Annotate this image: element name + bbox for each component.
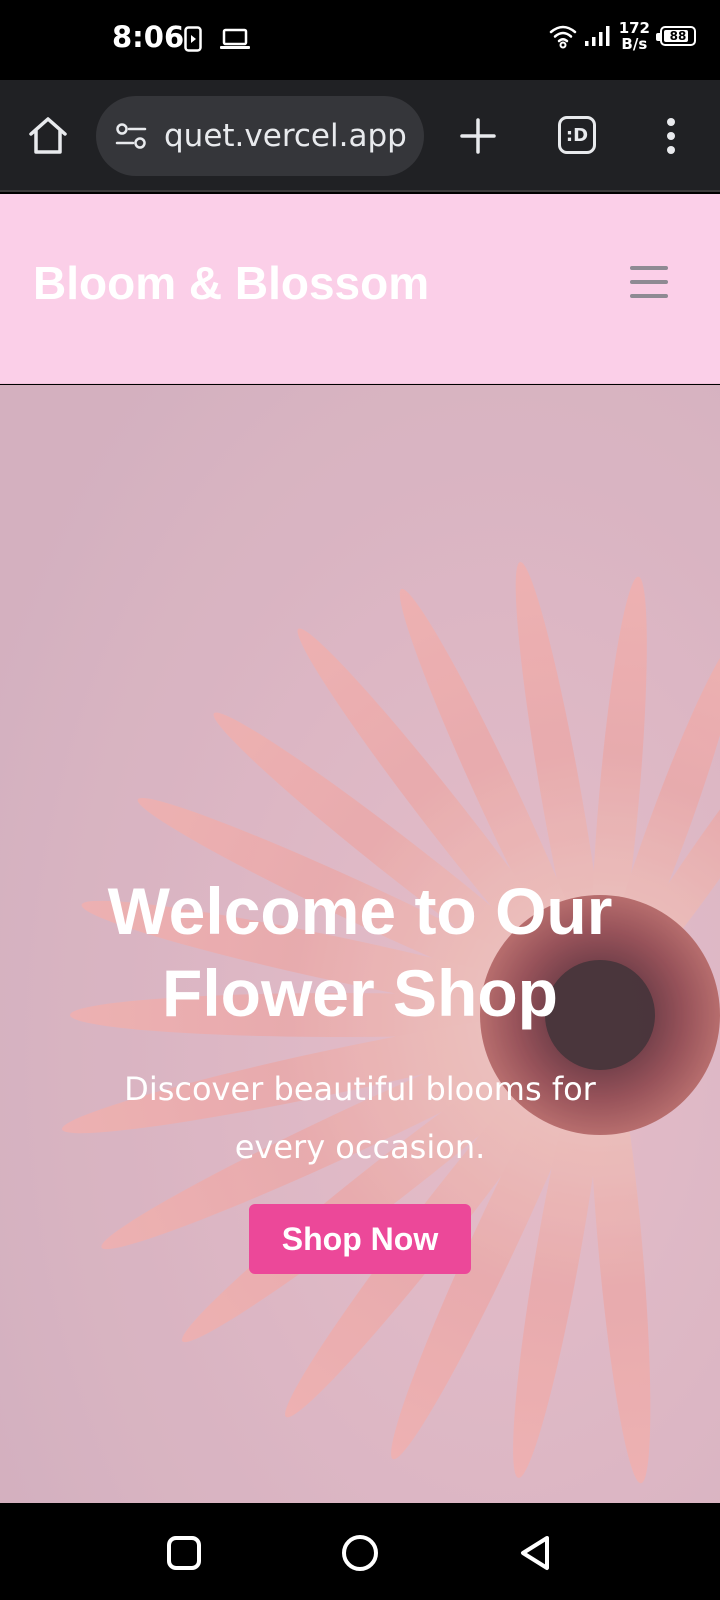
hamburger-menu-icon[interactable] (630, 266, 668, 298)
hero-subtitle: Discover beautiful blooms for every occa… (124, 1070, 596, 1166)
hero-section: Welcome to Our Flower Shop Discover beau… (0, 385, 720, 1503)
address-bar[interactable]: quet.vercel.app (96, 96, 424, 176)
status-time: 8:06 (112, 20, 185, 54)
screen-record-icon (184, 26, 202, 52)
system-navigation-bar (0, 1503, 720, 1600)
battery-percent: 88 (669, 29, 687, 43)
brand-logo-text[interactable]: Bloom & Blossom (33, 256, 429, 310)
browser-toolbar: quet.vercel.app :D (0, 80, 720, 192)
hero-title: Welcome to Our Flower Shop (107, 874, 613, 1030)
home-icon[interactable] (26, 114, 70, 158)
wifi-icon (549, 25, 576, 49)
hero-content: Welcome to Our Flower Shop Discover beau… (0, 870, 720, 1274)
status-bar: 8:06 172 B/s 88 (0, 0, 720, 80)
tabs-label: :D (565, 124, 589, 146)
recents-square-icon[interactable] (162, 1531, 206, 1575)
back-triangle-icon[interactable] (514, 1531, 558, 1575)
battery-icon: 88 (656, 26, 696, 46)
network-speed: 172 B/s (619, 20, 650, 52)
site-header: Bloom & Blossom (0, 194, 720, 384)
more-vert-icon[interactable] (654, 114, 688, 158)
url-text[interactable]: quet.vercel.app (164, 118, 407, 154)
laptop-icon (220, 28, 250, 49)
signal-icon (584, 26, 610, 46)
network-speed-value: 172 (618, 19, 650, 37)
status-system-icons: 172 B/s 88 (549, 20, 696, 52)
status-notification-icons (184, 26, 250, 52)
site-info-icon[interactable] (114, 119, 148, 153)
shop-now-button[interactable]: Shop Now (249, 1204, 471, 1274)
home-circle-icon[interactable] (338, 1531, 382, 1575)
tabs-icon[interactable]: :D (558, 116, 596, 154)
network-speed-unit: B/s (621, 35, 648, 53)
plus-icon[interactable] (456, 114, 500, 158)
